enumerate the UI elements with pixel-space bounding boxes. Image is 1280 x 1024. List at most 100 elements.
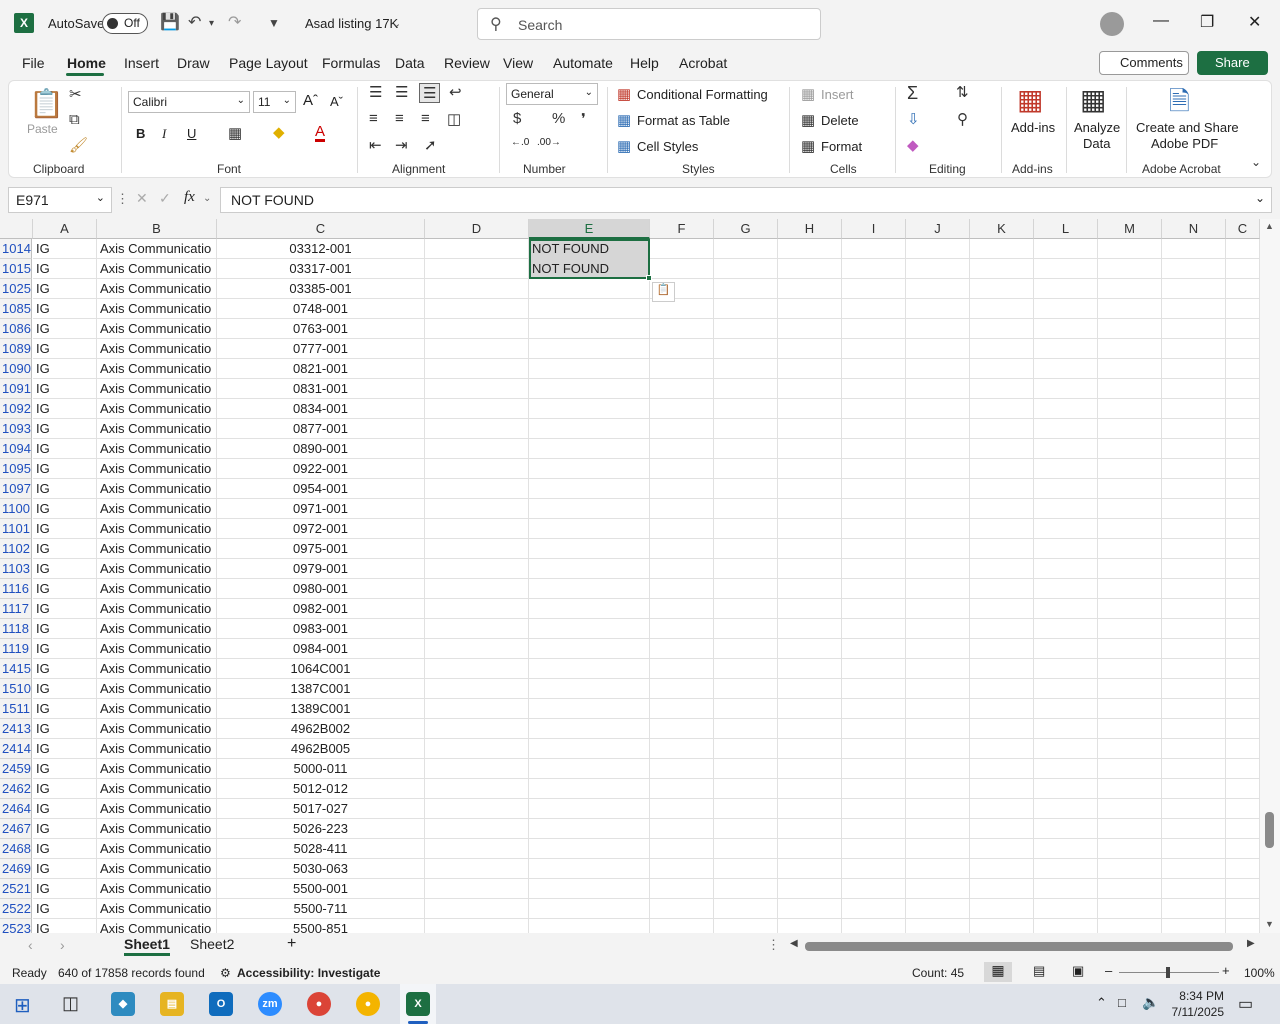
cell-empty[interactable] <box>1098 599 1162 619</box>
outlook-icon[interactable]: O <box>209 992 233 1016</box>
cell-c[interactable]: 0982-001 <box>217 599 425 619</box>
cell-a[interactable]: IG <box>33 299 97 319</box>
cell-empty[interactable] <box>842 579 906 599</box>
worksheet-grid[interactable]: ABCDEFGHIJKLMNC 1014 IG Axis Communicatio 0… <box>0 219 1280 933</box>
cell-d[interactable] <box>425 779 529 799</box>
cell-empty[interactable] <box>906 799 970 819</box>
row-header[interactable]: 1089 <box>0 339 32 359</box>
cell-c[interactable]: 1389C001 <box>217 699 425 719</box>
notifications-icon[interactable]: ▭ <box>1238 994 1253 1014</box>
column-header[interactable]: K <box>970 219 1034 239</box>
cell-empty[interactable] <box>778 599 842 619</box>
cell-empty[interactable] <box>970 299 1034 319</box>
cell-empty[interactable] <box>1162 799 1226 819</box>
undo-icon[interactable]: ↶ <box>188 12 201 32</box>
cell-empty[interactable] <box>1034 839 1098 859</box>
cell-e[interactable] <box>529 739 650 759</box>
cell-empty[interactable] <box>970 319 1034 339</box>
cell-empty[interactable] <box>1034 319 1098 339</box>
cell-e[interactable] <box>529 659 650 679</box>
cell-empty[interactable] <box>906 539 970 559</box>
cell-empty[interactable] <box>778 639 842 659</box>
cell-empty[interactable] <box>650 559 714 579</box>
cell-b[interactable]: Axis Communicatio <box>97 379 217 399</box>
customize-qat-icon[interactable]: ▼ <box>268 16 280 30</box>
cell-empty[interactable] <box>1098 259 1162 279</box>
sort-filter-icon[interactable]: ⇅ <box>956 83 969 101</box>
cell-d[interactable] <box>425 919 529 933</box>
cell-empty[interactable] <box>714 439 778 459</box>
decrease-decimal-icon[interactable]: .00→ <box>537 137 561 148</box>
row-header[interactable]: 2464 <box>0 799 32 819</box>
cell-empty[interactable] <box>1098 899 1162 919</box>
cell-empty[interactable] <box>906 599 970 619</box>
cell-empty[interactable] <box>842 459 906 479</box>
cell-e[interactable] <box>529 339 650 359</box>
cell-empty[interactable] <box>842 659 906 679</box>
cell-d[interactable] <box>425 439 529 459</box>
cell-c[interactable]: 0748-001 <box>217 299 425 319</box>
cell-empty[interactable] <box>778 899 842 919</box>
cell-c[interactable]: 0777-001 <box>217 339 425 359</box>
cell-empty[interactable] <box>714 319 778 339</box>
cell-empty[interactable] <box>1162 919 1226 933</box>
cell-empty[interactable] <box>1034 859 1098 879</box>
sheet-tab-sheet1[interactable]: Sheet1 <box>124 936 170 956</box>
cell-a[interactable]: IG <box>33 439 97 459</box>
cell-c[interactable]: 4962B002 <box>217 719 425 739</box>
cell-b[interactable]: Axis Communicatio <box>97 359 217 379</box>
cell-empty[interactable] <box>1226 919 1260 933</box>
cell-empty[interactable] <box>970 419 1034 439</box>
cell-c[interactable]: 0834-001 <box>217 399 425 419</box>
cell-empty[interactable] <box>650 519 714 539</box>
cell-c[interactable]: 5026-223 <box>217 819 425 839</box>
cell-empty[interactable] <box>1226 679 1260 699</box>
cell-d[interactable] <box>425 379 529 399</box>
column-header[interactable]: L <box>1034 219 1098 239</box>
cell-empty[interactable] <box>650 439 714 459</box>
cell-empty[interactable] <box>1034 559 1098 579</box>
cell-empty[interactable] <box>650 879 714 899</box>
cell-d[interactable] <box>425 739 529 759</box>
cell-d[interactable] <box>425 619 529 639</box>
cell-empty[interactable] <box>842 299 906 319</box>
cell-empty[interactable] <box>778 919 842 933</box>
cell-c[interactable]: 0983-001 <box>217 619 425 639</box>
cell-empty[interactable] <box>778 399 842 419</box>
cell-empty[interactable] <box>714 579 778 599</box>
cell-empty[interactable] <box>1226 759 1260 779</box>
cut-icon[interactable]: ✂ <box>69 85 82 103</box>
cell-empty[interactable] <box>650 399 714 419</box>
cell-empty[interactable] <box>1226 619 1260 639</box>
cell-empty[interactable] <box>778 279 842 299</box>
cell-empty[interactable] <box>778 619 842 639</box>
tab-draw[interactable]: Draw <box>177 55 210 71</box>
cell-e[interactable] <box>529 359 650 379</box>
cell-empty[interactable] <box>970 719 1034 739</box>
cell-empty[interactable] <box>1034 799 1098 819</box>
cell-c[interactable]: 1387C001 <box>217 679 425 699</box>
cell-empty[interactable] <box>1162 279 1226 299</box>
cell-e[interactable] <box>529 679 650 699</box>
cell-empty[interactable] <box>842 739 906 759</box>
cell-empty[interactable] <box>714 259 778 279</box>
cell-empty[interactable] <box>1226 879 1260 899</box>
font-color-icon[interactable]: A <box>315 124 326 142</box>
tab-formulas[interactable]: Formulas <box>322 55 380 71</box>
column-header[interactable]: A <box>33 219 97 239</box>
cell-empty[interactable] <box>1034 239 1098 259</box>
format-painter-icon[interactable]: 🖌 <box>69 136 88 154</box>
cell-empty[interactable] <box>970 539 1034 559</box>
cell-empty[interactable] <box>842 899 906 919</box>
cell-empty[interactable] <box>906 559 970 579</box>
cell-empty[interactable] <box>1098 499 1162 519</box>
cell-empty[interactable] <box>1034 699 1098 719</box>
cell-empty[interactable] <box>650 779 714 799</box>
cell-empty[interactable] <box>1098 379 1162 399</box>
select-all-corner[interactable] <box>0 219 33 239</box>
cell-e[interactable] <box>529 719 650 739</box>
conditional-formatting-button[interactable]: Conditional Formatting <box>637 87 768 102</box>
cell-a[interactable]: IG <box>33 399 97 419</box>
zoom-out-icon[interactable]: – <box>1105 963 1112 978</box>
cell-empty[interactable] <box>714 299 778 319</box>
